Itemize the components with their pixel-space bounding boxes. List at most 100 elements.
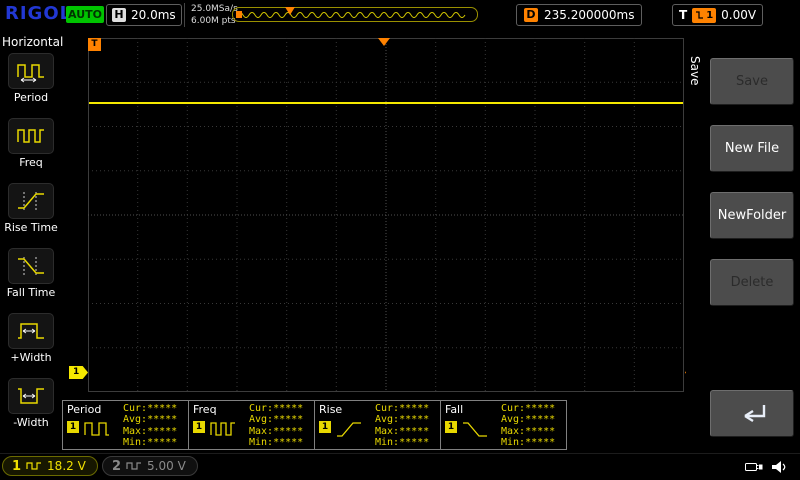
freq-meas-icon [209, 419, 237, 445]
memory-depth: 6.00M pts [191, 15, 238, 27]
measurement-name: Rise [319, 403, 342, 416]
measurement-channel-badge: 1 [67, 421, 79, 433]
trigger-readout: T 1 0.00V [672, 4, 763, 26]
measurement-min: Min:***** [249, 437, 303, 448]
new-folder-button[interactable]: NewFolder [710, 192, 794, 239]
measurement-name: Fall [445, 403, 463, 416]
left-menu-title: Horizontal [0, 30, 62, 53]
measurement-name: Period [67, 403, 101, 416]
waveform-position-bar [232, 7, 478, 22]
delay-label: D [524, 8, 538, 22]
trigger-label: T [679, 8, 687, 22]
horizontal-label: H [112, 8, 126, 22]
measure-item-rise-time[interactable]: Rise Time [0, 183, 62, 234]
measurement-cur: Cur:***** [501, 403, 555, 414]
timebase-value: 20.0ms [131, 8, 176, 22]
waveform-display: T [88, 38, 684, 392]
measurement-name: Freq [193, 403, 217, 416]
save-button[interactable]: Save [710, 58, 794, 105]
rise-time-icon [8, 183, 54, 219]
trigger-offscreen-marker[interactable]: T [88, 38, 101, 51]
channel2-number: 2 [112, 459, 121, 474]
right-soft-menu: Save Save New File NewFolder Delete [686, 30, 800, 454]
window-start-marker [236, 11, 242, 18]
channel1-trace [89, 102, 683, 104]
measure-item-label: -Width [13, 416, 48, 429]
new-file-button[interactable]: New File [710, 125, 794, 172]
measurement-channel-badge: 1 [445, 421, 457, 433]
trigger-position-marker-bar[interactable] [285, 7, 295, 15]
channel1-number: 1 [12, 459, 21, 474]
measurement-results-row: Period 1 Cur:***** Avg:***** Max:***** M… [62, 400, 566, 450]
oscilloscope-screen: RIGOL AUTO H 20.0ms 25.0MSa/s 6.00M pts … [0, 0, 800, 480]
horizontal-timebase-readout: H 20.0ms [106, 4, 182, 26]
channel2-scale: 5.00 V [147, 459, 186, 473]
measurement-max: Max:***** [249, 426, 303, 437]
measurement-cur: Cur:***** [249, 403, 303, 414]
measurement-avg: Avg:***** [123, 414, 177, 425]
trigger-position-triangle-icon[interactable] [378, 38, 390, 46]
measurement-values: Cur:***** Avg:***** Max:***** Min:***** [375, 403, 429, 449]
channel1-scale: 18.2 V [47, 459, 86, 473]
square-wave-icon [126, 461, 142, 471]
measurement-avg: Avg:***** [375, 414, 429, 425]
measurement-panel-period: Period 1 Cur:***** Avg:***** Max:***** M… [62, 400, 189, 450]
measurement-min: Min:***** [123, 437, 177, 448]
back-button[interactable] [710, 390, 794, 437]
measure-item-label: Freq [19, 156, 43, 169]
falling-edge-icon [695, 10, 704, 20]
measurement-panel-freq: Freq 1 Cur:***** Avg:***** Max:***** Min… [188, 400, 315, 450]
fall-meas-icon [461, 419, 489, 445]
speaker-icon[interactable] [770, 459, 788, 479]
menu-title-save: Save [688, 56, 702, 85]
period-meas-icon [83, 419, 111, 445]
measurement-values: Cur:***** Avg:***** Max:***** Min:***** [501, 403, 555, 449]
measurement-values: Cur:***** Avg:***** Max:***** Min:***** [249, 403, 303, 449]
delay-readout: D 235.200000ms [516, 4, 642, 26]
measurement-max: Max:***** [123, 426, 177, 437]
measure-item-fall-time[interactable]: Fall Time [0, 248, 62, 299]
channel1-level-marker[interactable]: 1 [69, 366, 88, 379]
bottom-status-bar: 1 18.2 V 2 5.00 V [0, 453, 800, 480]
trigger-source-badge: 1 [692, 8, 716, 23]
measure-item-label: Fall Time [7, 286, 56, 299]
measurement-panel-fall: Fall 1 Cur:***** Avg:***** Max:***** Min… [440, 400, 567, 450]
measure-item-minus-width[interactable]: -Width [0, 378, 62, 429]
measurement-channel-badge: 1 [193, 421, 205, 433]
square-wave-icon [26, 461, 42, 471]
measure-item-period[interactable]: Period [0, 53, 62, 104]
plus-width-icon [8, 313, 54, 349]
trigger-source-channel: 1 [706, 10, 713, 21]
measure-item-label: +Width [10, 351, 51, 364]
measurement-max: Max:***** [501, 426, 555, 437]
freq-icon [8, 118, 54, 154]
measure-item-label: Period [14, 91, 48, 104]
measurement-avg: Avg:***** [501, 414, 555, 425]
measurement-max: Max:***** [375, 426, 429, 437]
measurement-min: Min:***** [501, 437, 555, 448]
run-state-badge: AUTO [66, 6, 104, 23]
return-arrow-icon [732, 401, 772, 427]
measurement-cur: Cur:***** [375, 403, 429, 414]
fall-time-icon [8, 248, 54, 284]
channel1-status-tag[interactable]: 1 18.2 V [2, 456, 98, 476]
trigger-level-value: 0.00V [721, 8, 756, 22]
measure-item-plus-width[interactable]: +Width [0, 313, 62, 364]
rise-meas-icon [335, 419, 363, 445]
period-icon [8, 53, 54, 89]
measurement-panel-rise: Rise 1 Cur:***** Avg:***** Max:***** Min… [314, 400, 441, 450]
delay-value: 235.200000ms [544, 8, 634, 22]
left-measure-menu: Horizontal Period Freq [0, 30, 62, 454]
rigol-logo: RIGOL [5, 3, 72, 24]
measurement-values: Cur:***** Avg:***** Max:***** Min:***** [123, 403, 177, 449]
measure-item-label: Rise Time [4, 221, 58, 234]
usb-icon [744, 459, 764, 479]
top-status-bar: RIGOL AUTO H 20.0ms 25.0MSa/s 6.00M pts … [0, 0, 800, 30]
measurement-avg: Avg:***** [249, 414, 303, 425]
memory-waveform-preview [235, 9, 475, 21]
measurement-channel-badge: 1 [319, 421, 331, 433]
delete-button[interactable]: Delete [710, 259, 794, 306]
minus-width-icon [8, 378, 54, 414]
measure-item-freq[interactable]: Freq [0, 118, 62, 169]
channel2-status-tag[interactable]: 2 5.00 V [102, 456, 198, 476]
